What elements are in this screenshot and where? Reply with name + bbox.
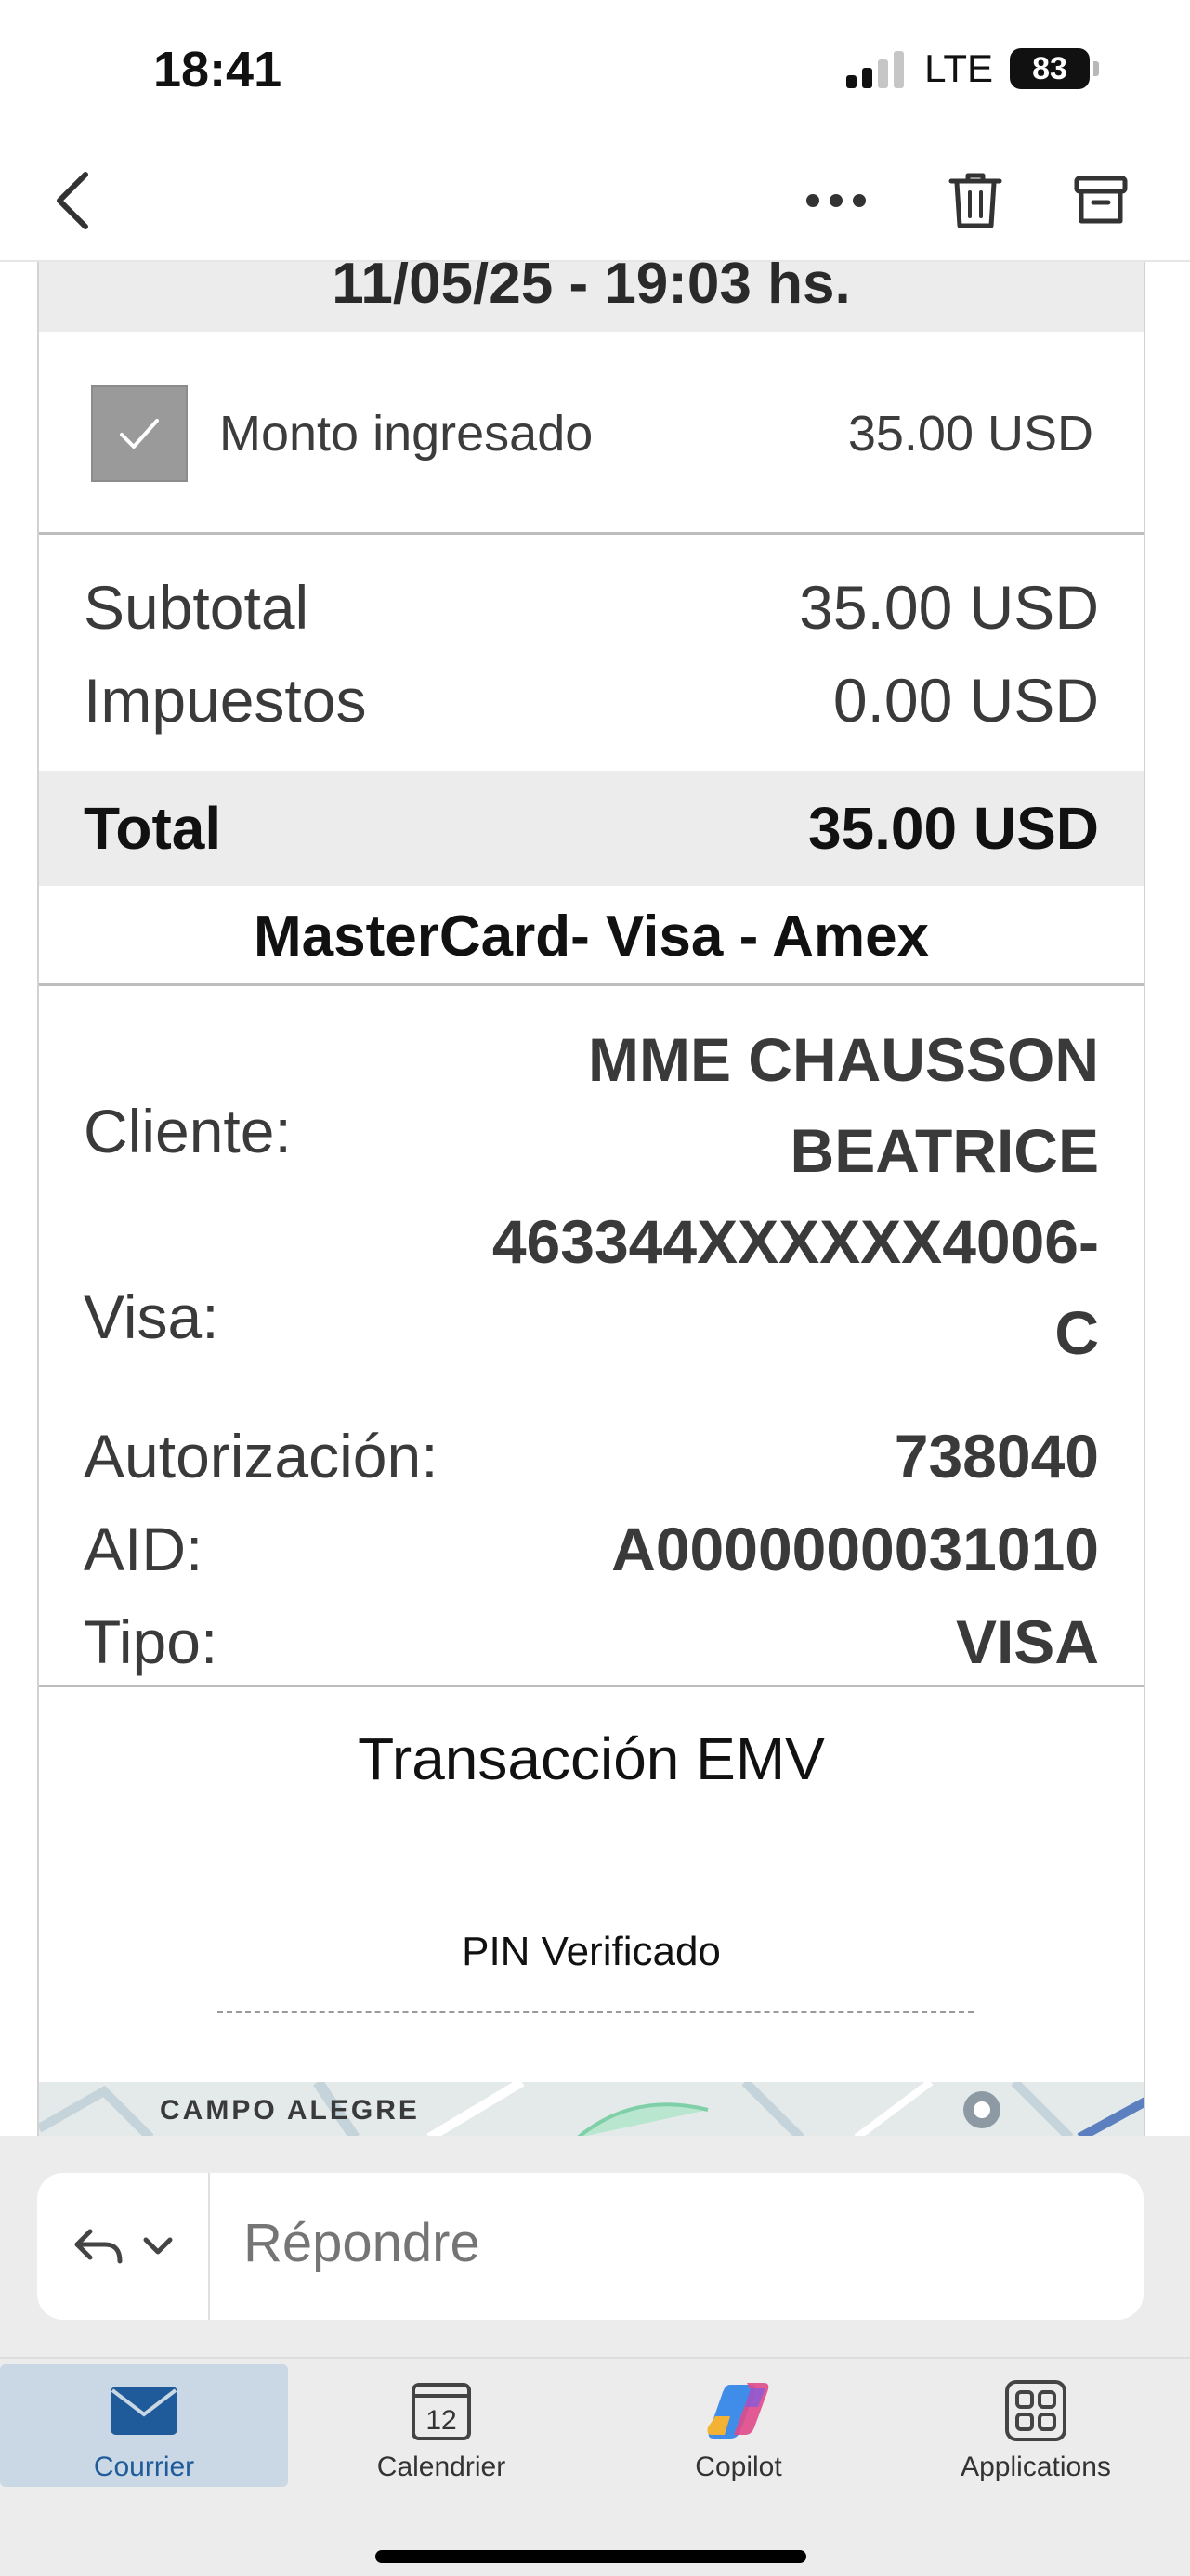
status-bar: 18:41 LTE 83	[0, 0, 1190, 139]
reply-input[interactable]	[243, 2212, 1079, 2274]
tab-calendrier[interactable]: 12 Calendrier	[297, 2364, 585, 2487]
back-button[interactable]	[45, 167, 100, 234]
receipt-body: 11/05/25 - 19:03 hs. Monto ingresado 35.…	[37, 262, 1145, 2082]
receipt-date-time: 11/05/25 - 19:03 hs.	[39, 262, 1144, 332]
archive-button[interactable]	[1064, 165, 1138, 236]
map-preview[interactable]: CAMPO ALEGRE	[37, 2082, 1145, 2138]
calendar-icon: 12	[412, 2383, 471, 2440]
cellular-signal-icon	[846, 49, 905, 88]
emv-transaction-title: Transacción EMV	[358, 1725, 825, 1792]
aid-label: AID:	[84, 1515, 203, 1583]
taxes-value: 0.00 USD	[832, 666, 1099, 735]
subtotal-label: Subtotal	[84, 573, 309, 642]
tab-label: Calendrier	[376, 2452, 506, 2482]
more-button[interactable]	[799, 167, 873, 234]
chevron-left-icon	[57, 172, 88, 229]
battery-level: 83	[1032, 50, 1067, 86]
checkmark-icon	[120, 419, 159, 449]
amount-entered-row: Monto ingresado 35.00 USD	[39, 383, 1144, 485]
apps-grid-icon	[1005, 2380, 1066, 2441]
tab-applications[interactable]: Applications	[892, 2364, 1180, 2487]
total-label: Total	[84, 795, 222, 862]
client-value: MME CHAUSSON BEATRICE	[588, 1014, 1099, 1196]
subtotal-value: 35.00 USD	[799, 573, 1099, 642]
amount-entered-value: 35.00 USD	[847, 406, 1093, 462]
taxes-label: Impuestos	[84, 666, 367, 735]
client-name-line-2: BEATRICE	[790, 1116, 1099, 1185]
map-area-label: CAMPO ALEGRE	[160, 2095, 420, 2126]
reply-area	[0, 2136, 1190, 2357]
total-value: 35.00 USD	[807, 795, 1099, 862]
chevron-down-icon	[143, 2237, 173, 2255]
amount-entered-label: Monto ingresado	[219, 406, 594, 462]
archive-icon	[1074, 176, 1128, 224]
aid-value: A0000000031010	[611, 1515, 1099, 1583]
tab-label: Copilot	[695, 2452, 782, 2482]
status-time: 18:41	[153, 42, 282, 98]
subtotal-row: Subtotal 35.00 USD	[39, 561, 1144, 654]
divider	[39, 532, 1144, 535]
divider	[39, 1685, 1144, 1687]
divider	[39, 983, 1144, 986]
trash-icon	[948, 173, 1002, 228]
tab-courrier[interactable]: Courrier	[0, 2364, 288, 2487]
visa-value: 463344XXXXXX4006- C	[492, 1196, 1099, 1378]
card-number-line-2: C	[1054, 1298, 1099, 1367]
calendar-date: 12	[425, 2405, 456, 2436]
delete-button[interactable]	[938, 165, 1013, 236]
pin-status: PIN Verificado	[462, 1929, 721, 1974]
client-name-line-1: MME CHAUSSON	[587, 1025, 1099, 1094]
reply-box	[37, 2173, 1144, 2320]
tab-label: Applications	[961, 2452, 1111, 2482]
type-label: Tipo:	[84, 1607, 218, 1676]
amount-checkbox[interactable]	[91, 385, 188, 482]
client-label: Cliente:	[84, 1097, 292, 1165]
mail-icon	[111, 2387, 177, 2435]
card-networks: MasterCard- Visa - Amex	[253, 904, 930, 969]
bottom-tab-bar: Courrier 12 Calendrier Copilot Applicati…	[0, 2357, 1190, 2576]
mail-toolbar	[0, 139, 1190, 262]
visa-label: Visa:	[84, 1282, 219, 1351]
reply-options-button[interactable]	[37, 2173, 210, 2320]
tab-label: Courrier	[93, 2452, 195, 2482]
copilot-icon	[707, 2383, 769, 2439]
network-type: LTE	[924, 46, 993, 90]
authorization-value: 738040	[894, 1422, 1099, 1490]
status-indicators: LTE 83	[846, 46, 1099, 91]
battery-icon: 83	[1010, 48, 1099, 89]
more-icon	[806, 194, 866, 207]
reply-arrow-icon	[74, 2229, 123, 2264]
taxes-row: Impuestos 0.00 USD	[39, 654, 1144, 747]
home-indicator[interactable]	[375, 2550, 806, 2563]
total-row: Total 35.00 USD	[39, 771, 1144, 886]
tab-copilot[interactable]: Copilot	[595, 2364, 883, 2487]
authorization-label: Autorización:	[84, 1422, 438, 1490]
card-number-line-1: 463344XXXXXX4006-	[491, 1207, 1099, 1276]
signature-line	[217, 2011, 974, 2013]
type-value: VISA	[955, 1607, 1099, 1676]
